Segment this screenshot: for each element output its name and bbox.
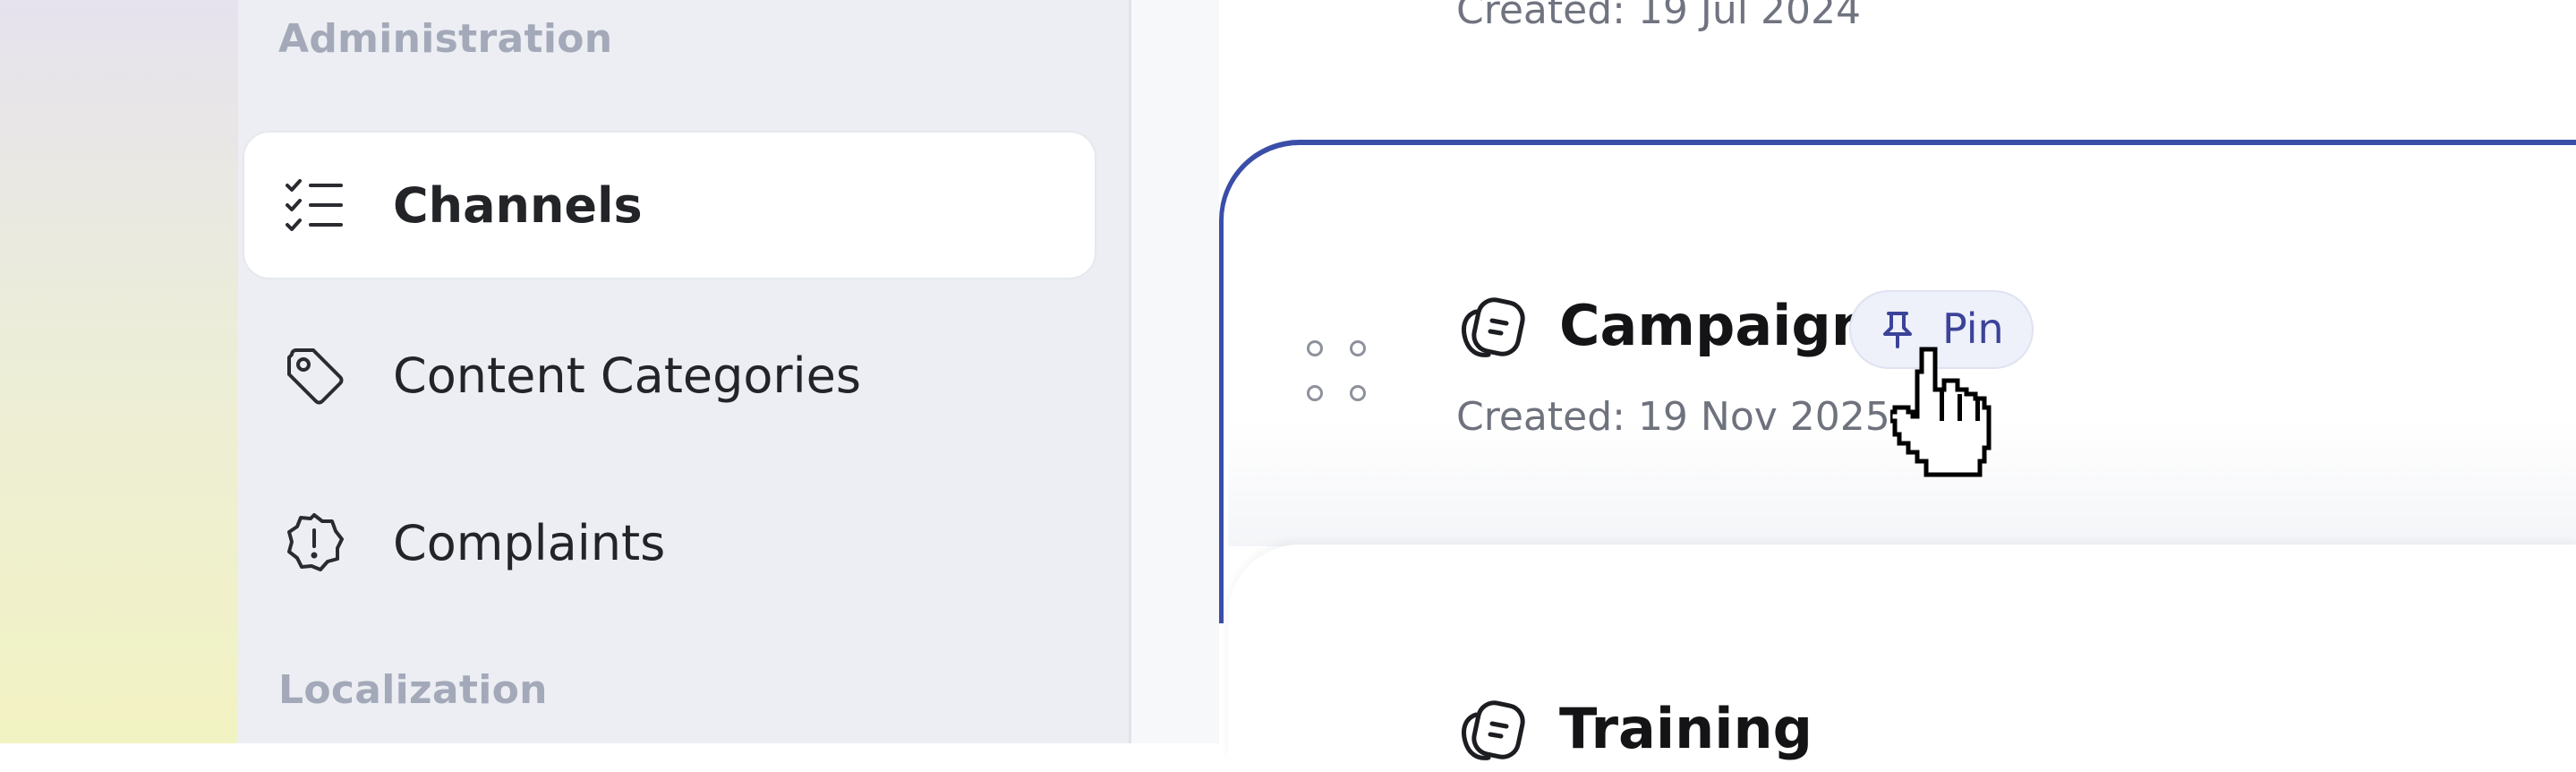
checklist-icon	[282, 173, 346, 237]
sidebar-item-content-categories[interactable]: Content Categories	[244, 303, 1095, 448]
notes-stack-icon	[1456, 697, 1528, 768]
drag-handle-icon[interactable]	[1305, 339, 1377, 410]
hand-cursor-icon	[1888, 344, 1998, 480]
sidebar-item-label: Channels	[393, 176, 643, 234]
list-item-title: Training	[1559, 696, 1813, 761]
desktop-background	[0, 0, 238, 743]
sidebar-item-channels[interactable]: Channels	[244, 133, 1095, 278]
list-item-title: Campaign	[1559, 293, 1871, 358]
list-item-created-date: Created: 19 Nov 2025	[1456, 394, 1890, 440]
previous-item-created-date: Created: 19 Jul 2024	[1456, 0, 1861, 33]
notes-stack-icon	[1456, 294, 1528, 365]
alert-badge-icon	[282, 510, 346, 575]
sidebar-item-label: Content Categories	[393, 347, 861, 404]
sidebar-item-label: Complaints	[393, 514, 666, 571]
list-item-card[interactable]	[1228, 545, 2576, 759]
content-gutter	[1131, 0, 1221, 743]
section-label-administration: Administration	[278, 16, 613, 62]
tag-icon	[282, 343, 346, 407]
sidebar-item-complaints[interactable]: Complaints	[244, 470, 1095, 615]
section-label-localization: Localization	[278, 667, 548, 713]
